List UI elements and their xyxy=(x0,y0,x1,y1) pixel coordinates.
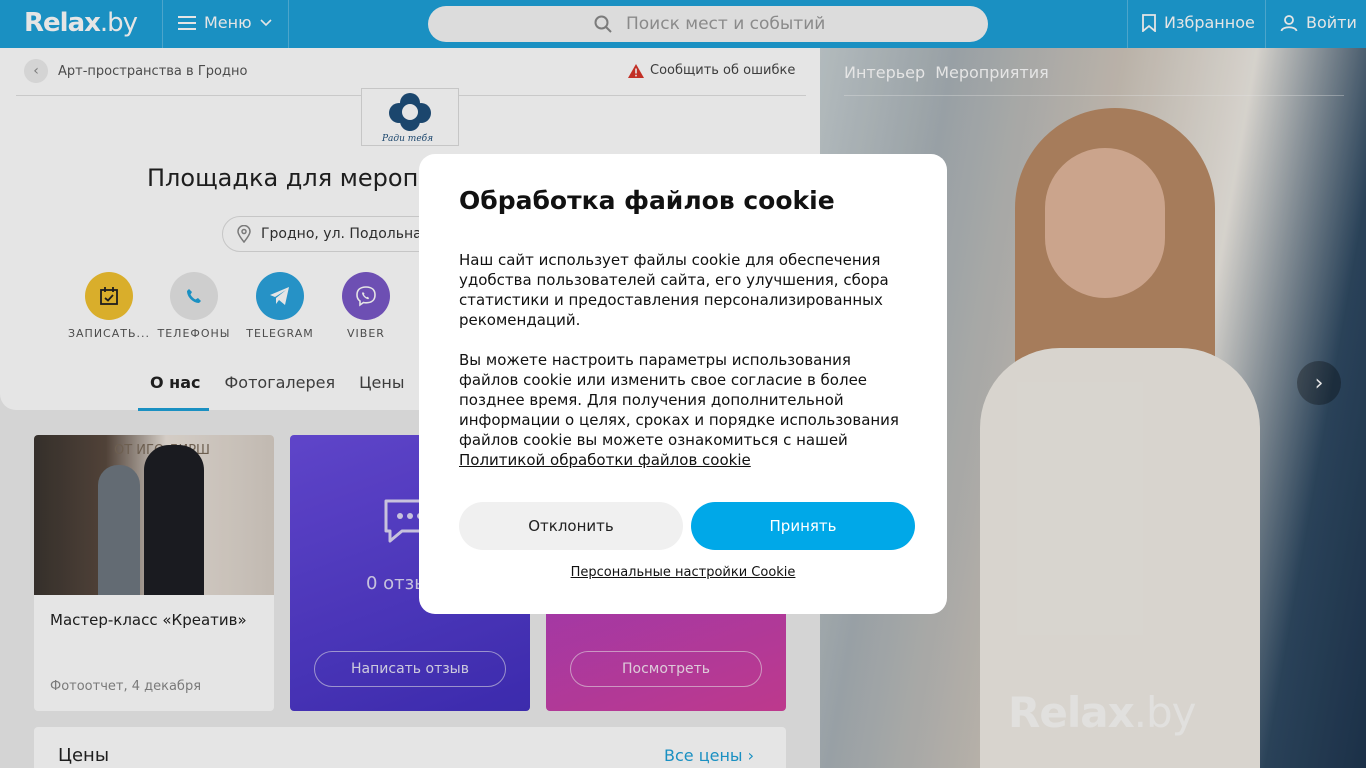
cookie-dialog: Обработка файлов cookie Наш сайт использ… xyxy=(419,154,947,614)
cookie-policy-link[interactable]: Политикой обработки файлов cookie xyxy=(459,451,751,469)
cookie-paragraph-1: Наш сайт использует файлы cookie для обе… xyxy=(459,251,889,329)
cookie-paragraph-2: Вы можете настроить параметры использова… xyxy=(459,350,909,470)
cookie-dialog-title: Обработка файлов cookie xyxy=(459,186,835,215)
personal-cookie-settings-link[interactable]: Персональные настройки Cookie xyxy=(419,565,947,580)
decline-button[interactable]: Отклонить xyxy=(459,502,683,550)
cookie-paragraph-2-text: Вы можете настроить параметры использова… xyxy=(459,351,899,449)
accept-button[interactable]: Принять xyxy=(691,502,915,550)
